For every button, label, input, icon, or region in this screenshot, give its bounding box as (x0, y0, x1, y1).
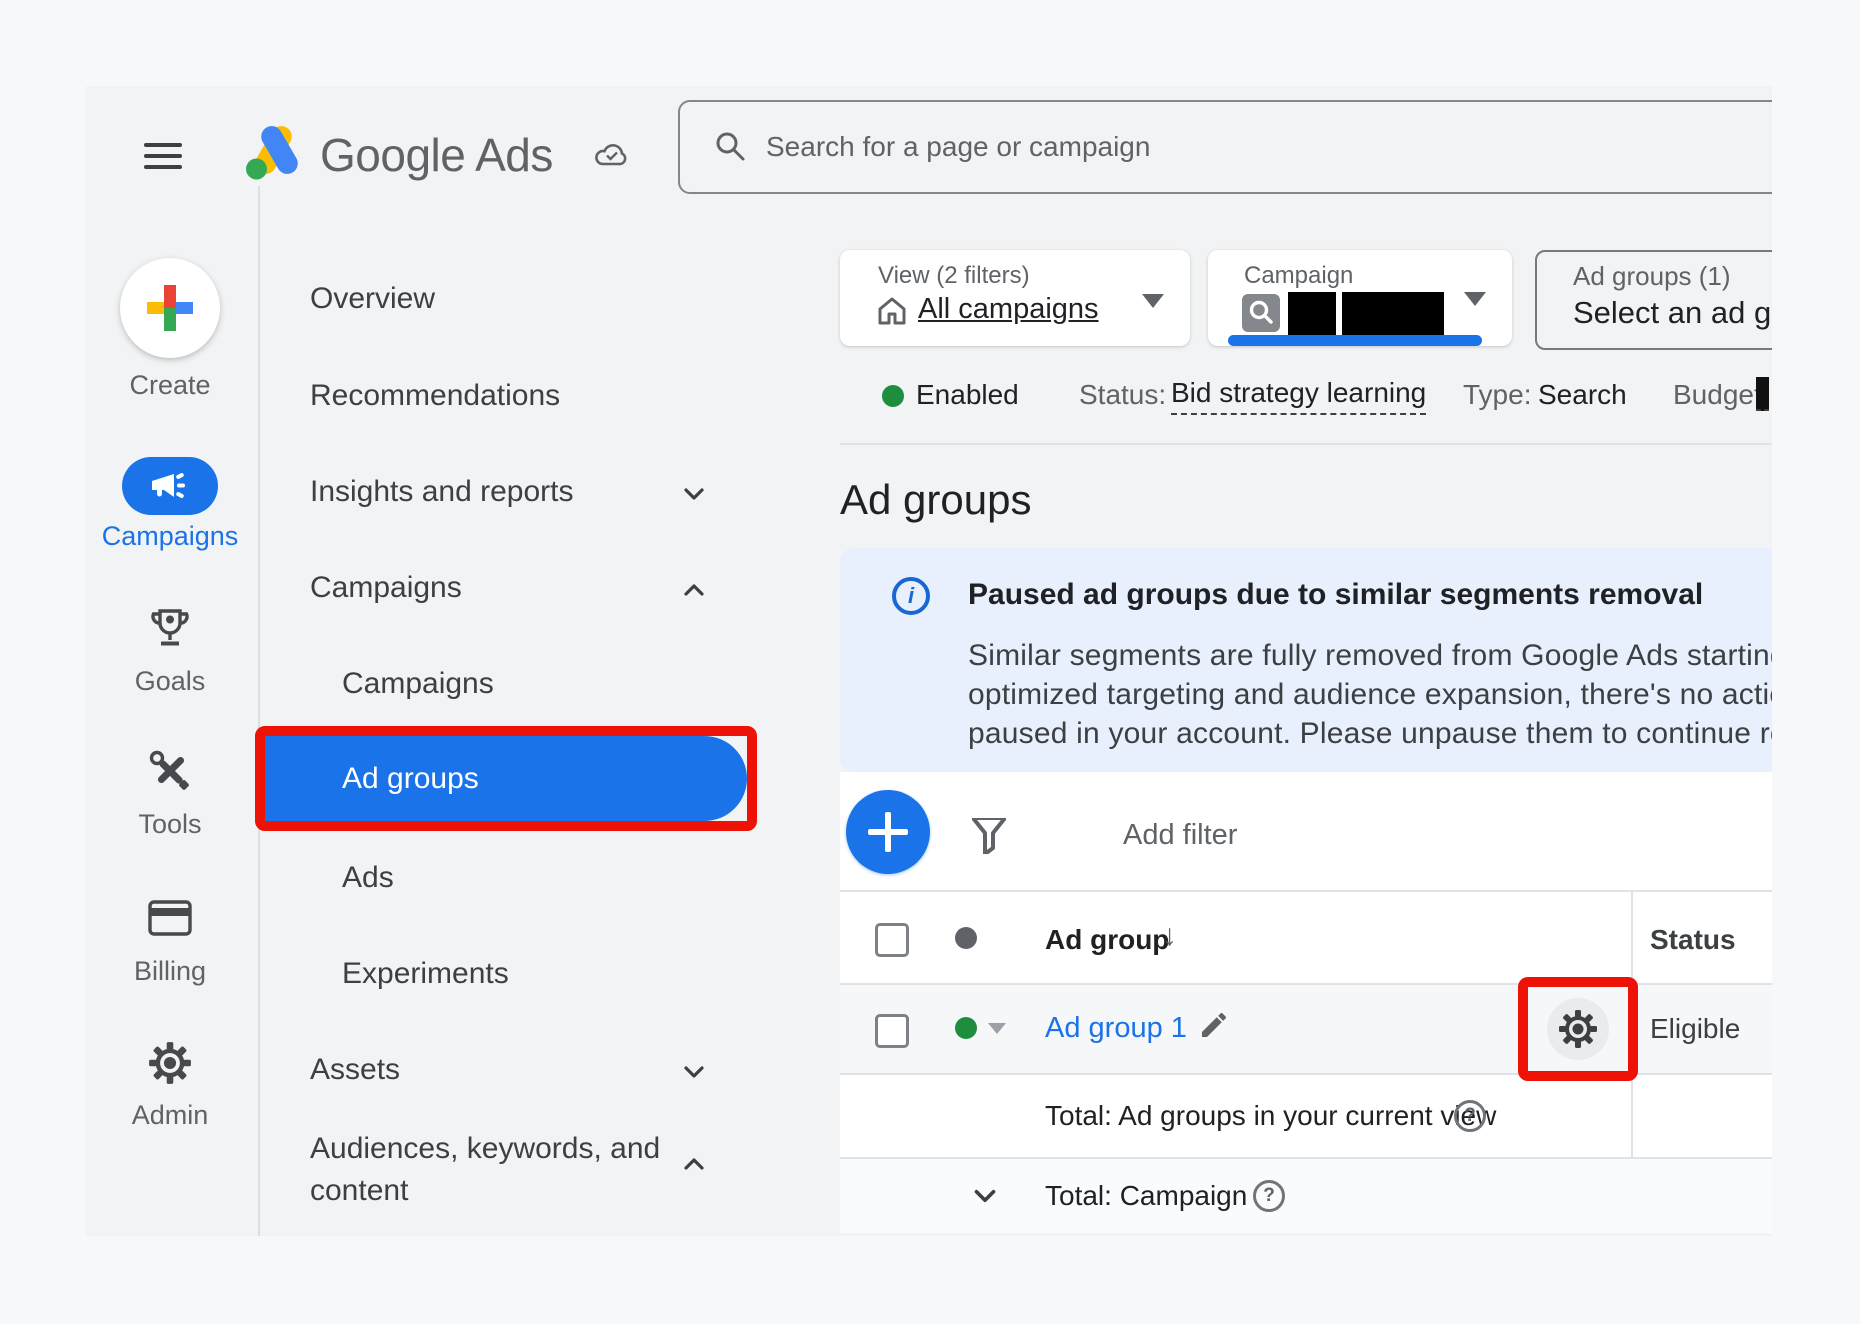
ad-group-filter-value: Select an ad gro (1573, 296, 1772, 330)
select-all-checkbox[interactable] (875, 923, 909, 957)
nav-item-ads[interactable]: Ads (342, 859, 394, 897)
status-dot-header (955, 927, 977, 949)
sort-descending-icon[interactable]: ↓ (1162, 919, 1177, 953)
google-ads-logo-icon (242, 122, 302, 182)
nav-item-ad-groups-label: Ad groups (342, 736, 479, 821)
rail-goals-label: Goals (86, 665, 254, 697)
tools-icon[interactable] (146, 747, 194, 795)
redacted-campaign-name (1288, 292, 1336, 336)
total-campaign-label: Total: Campaign (1045, 1179, 1247, 1213)
row-status-dot[interactable] (955, 1017, 977, 1039)
banner-title: Paused ad groups due to similar segments… (968, 576, 1703, 614)
ad-group-link[interactable]: Ad group 1 (1045, 1011, 1187, 1045)
billing-card-icon[interactable] (147, 899, 193, 937)
rail-create-label: Create (86, 369, 254, 401)
add-button[interactable] (846, 790, 930, 874)
nav-item-recommendations[interactable]: Recommendations (310, 377, 560, 415)
info-icon: i (892, 577, 930, 615)
ad-group-filter-chip[interactable]: Ad groups (1) Select an ad gro (1535, 250, 1772, 350)
banner-text-line: paused in your account. Please unpause t… (968, 715, 1772, 753)
admin-gear-icon[interactable] (148, 1041, 192, 1085)
menu-icon[interactable] (144, 143, 182, 176)
redacted-budget-value (1756, 377, 1769, 411)
row-status-caret-icon[interactable] (988, 1023, 1006, 1034)
type-value: Search (1538, 378, 1627, 412)
screenshot-frame: Google Ads Search for a page or campaign… (86, 86, 1772, 1236)
brand-title: Google Ads (320, 126, 553, 184)
enabled-status-dot (882, 385, 904, 407)
rail-admin-label: Admin (86, 1099, 254, 1131)
search-placeholder: Search for a page or campaign (766, 130, 1150, 164)
banner-text-line: optimized targeting and audience expansi… (968, 676, 1772, 714)
annotation-highlight-ad-groups: Ad groups (255, 726, 757, 831)
banner-text-line: Similar segments are fully removed from … (968, 637, 1772, 675)
annotation-highlight-settings (1518, 977, 1638, 1081)
view-filter-value: All campaigns (918, 292, 1099, 326)
expand-chevron-icon[interactable] (968, 1179, 1002, 1213)
help-icon[interactable]: ? (1253, 1180, 1285, 1212)
chevron-down-icon (1142, 294, 1164, 308)
type-label: Type: (1463, 378, 1531, 412)
enabled-label: Enabled (916, 378, 1019, 412)
nav-item-ad-groups[interactable]: Ad groups (265, 736, 747, 821)
section-divider (840, 443, 1772, 445)
column-header-ad-group[interactable]: Ad group (1045, 923, 1169, 957)
campaign-filter-label: Campaign (1244, 262, 1353, 290)
edit-pencil-icon[interactable] (1198, 1009, 1230, 1041)
nav-item-assets[interactable]: Assets (310, 1051, 400, 1089)
search-icon (714, 130, 746, 162)
chevron-down-icon (1464, 292, 1486, 306)
filter-funnel-icon[interactable] (972, 818, 1006, 854)
row-status-value: Eligible (1650, 1012, 1740, 1046)
view-filter-label: View (2 filters) (878, 262, 1030, 290)
nav-item-audiences[interactable]: Audiences, keywords, and content (310, 1128, 682, 1212)
nav-section-campaigns[interactable]: Campaigns (310, 569, 462, 607)
nav-divider (258, 186, 260, 1236)
help-icon[interactable]: ? (1454, 1100, 1486, 1132)
add-filter-button[interactable]: Add filter (1123, 818, 1237, 852)
cloud-sync-icon (594, 140, 630, 170)
rail-tools-label: Tools (86, 808, 254, 840)
chevron-down-icon[interactable] (678, 478, 710, 510)
rail-billing-label: Billing (86, 955, 254, 987)
nav-item-campaigns[interactable]: Campaigns (342, 665, 494, 703)
redacted-campaign-name (1342, 292, 1444, 336)
search-input[interactable]: Search for a page or campaign (678, 100, 1772, 194)
ad-groups-table: Add filter Ad group ↓ Status Ad group 1 (840, 772, 1772, 1233)
total-view-label: Total: Ad groups in your current view (1045, 1099, 1496, 1133)
search-badge-icon (1242, 294, 1280, 332)
chevron-up-icon[interactable] (678, 574, 710, 606)
rail-campaigns-label: Campaigns (86, 520, 254, 552)
info-banner: i Paused ad groups due to similar segmen… (840, 548, 1772, 772)
status-value[interactable]: Bid strategy learning (1171, 376, 1426, 415)
campaign-filter-chip[interactable]: Campaign (1208, 250, 1512, 346)
table-row-total-campaign: Total: Campaign ? (840, 1159, 1772, 1233)
rail-campaigns-button[interactable] (122, 457, 218, 515)
chevron-up-icon[interactable] (678, 1148, 710, 1180)
nav-item-experiments[interactable]: Experiments (342, 955, 509, 993)
ad-group-filter-label: Ad groups (1) (1573, 262, 1731, 290)
goals-trophy-icon[interactable] (146, 604, 194, 652)
chevron-down-icon[interactable] (678, 1056, 710, 1088)
active-chip-indicator (1228, 335, 1482, 346)
column-header-status[interactable]: Status (1650, 923, 1736, 957)
row-checkbox[interactable] (875, 1014, 909, 1048)
view-filter-chip[interactable]: View (2 filters) All campaigns (840, 250, 1190, 346)
status-label: Status: (1079, 378, 1166, 412)
create-button[interactable] (120, 258, 220, 358)
nav-item-overview[interactable]: Overview (310, 280, 435, 318)
nav-item-insights[interactable]: Insights and reports (310, 473, 573, 511)
page-title: Ad groups (840, 474, 1031, 526)
home-icon (876, 295, 908, 327)
